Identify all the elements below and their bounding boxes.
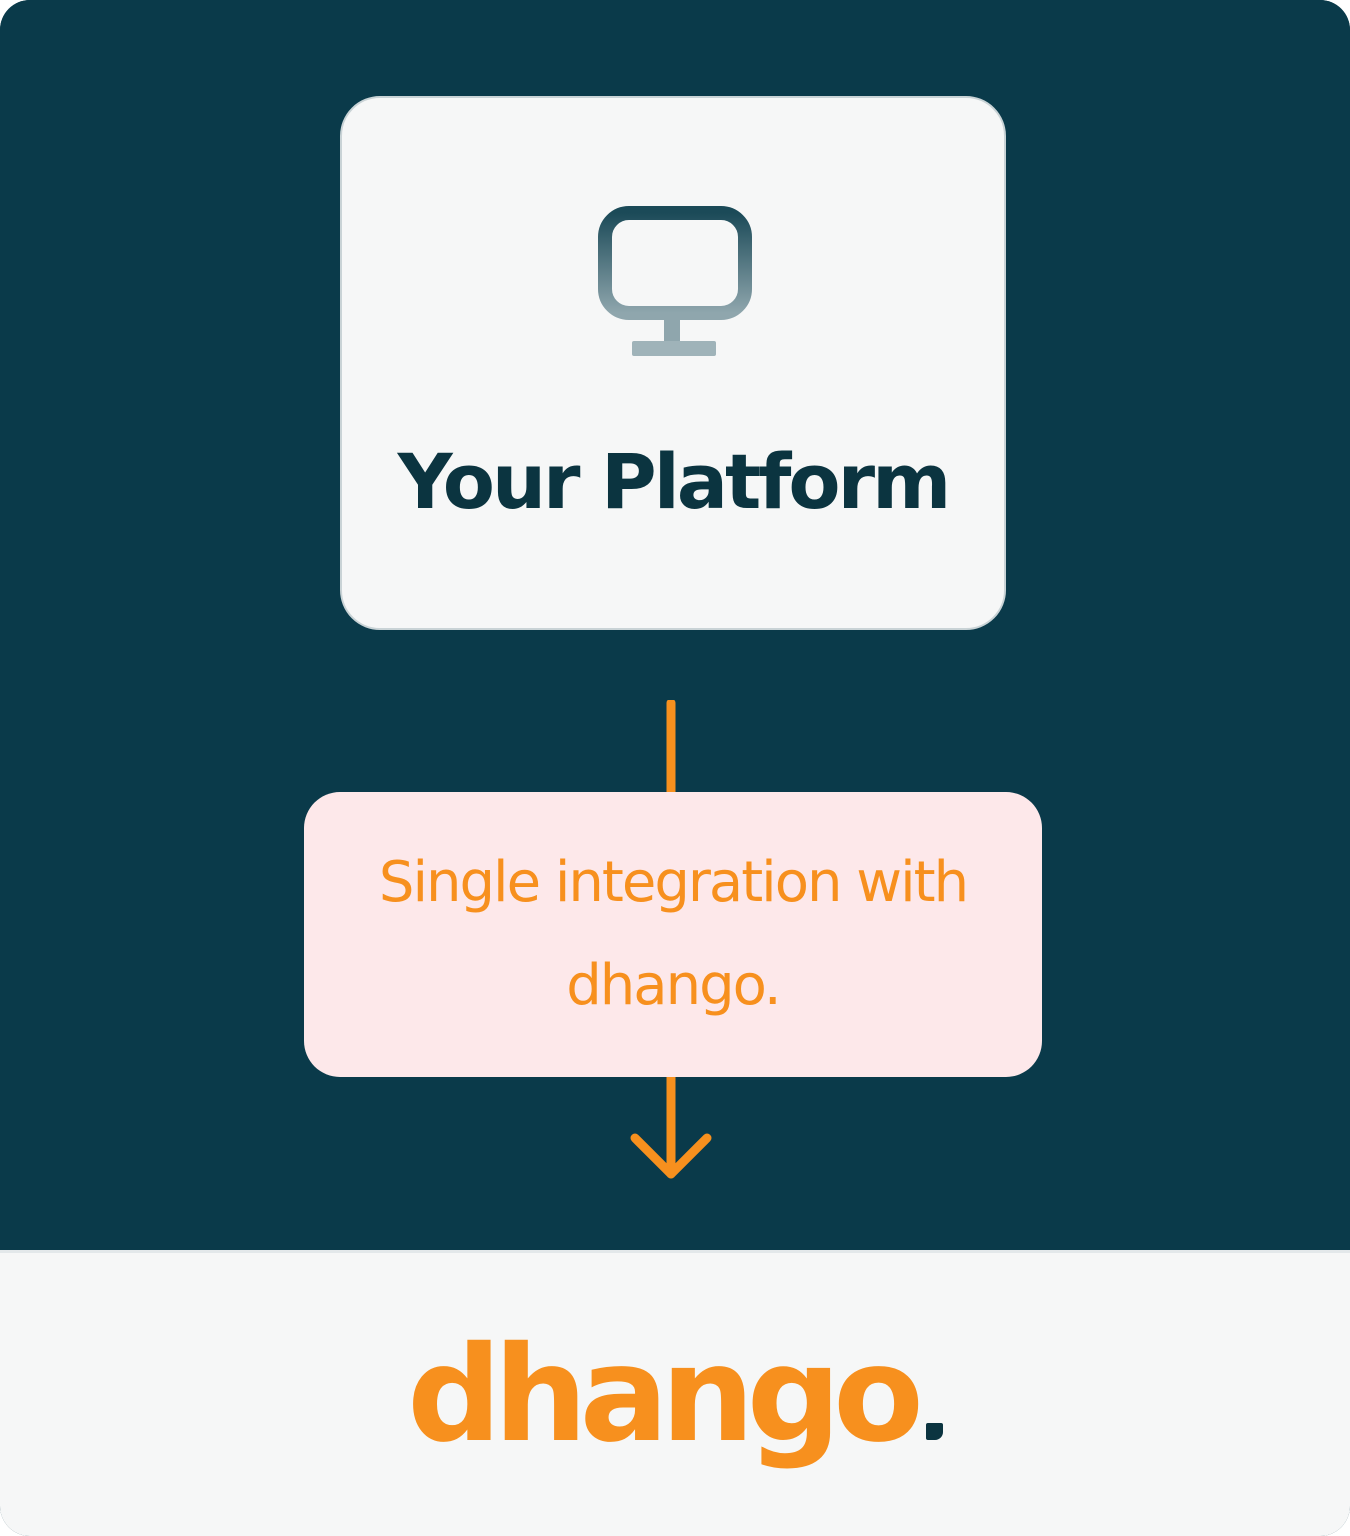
dhango-logo: dhango (0, 1320, 1350, 1470)
integration-text-line1: Single integration with (378, 850, 969, 915)
diagram-card: Your Platform Single integration with dh… (0, 0, 1350, 1536)
logo-wordmark: dhango (407, 1318, 924, 1472)
integration-box (304, 792, 1042, 1077)
monitor-icon (598, 206, 752, 356)
logo-dot (925, 1423, 943, 1440)
platform-title: Your Platform (397, 437, 952, 526)
integration-text-line2: dhango. (566, 953, 781, 1018)
